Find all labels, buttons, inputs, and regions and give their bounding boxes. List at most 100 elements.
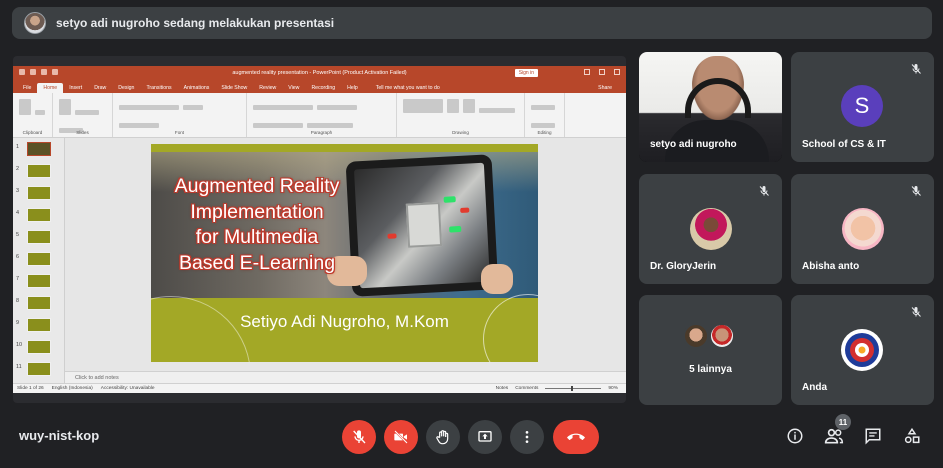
slide-number: 6 [16, 254, 20, 260]
zoom-slider [545, 386, 602, 391]
participant-tile-school[interactable]: S School of CS & IT [791, 52, 934, 162]
meeting-details-button[interactable] [785, 426, 805, 446]
raise-hand-button[interactable] [426, 420, 460, 454]
mic-off-icon [353, 430, 366, 444]
ppt-tab-transitions: Transitions [146, 85, 172, 91]
slide-number: 7 [16, 276, 20, 282]
ppt-tell-me: Tell me what you want to do [375, 85, 440, 91]
more-options-button[interactable] [510, 420, 544, 454]
ppt-tab-animations: Animations [183, 85, 210, 91]
slide-number: 4 [16, 210, 20, 216]
ppt-tab-draw: Draw [94, 85, 107, 91]
slide-editing-area: Augmented Reality Implementation for Mul… [69, 138, 626, 371]
participant-name: Dr. GloryJerin [650, 261, 717, 272]
slide-number: 8 [16, 298, 20, 304]
status-zoom: 90% [608, 386, 618, 391]
participant-tile-abisha[interactable]: Abisha anto [791, 174, 934, 284]
participant-name: Abisha anto [802, 261, 860, 272]
presenter-avatar [24, 12, 46, 34]
status-notes: Notes [495, 386, 509, 391]
slide-title: Augmented Reality Implementation for Mul… [174, 175, 340, 274]
presentation-banner: setyo adi nugroho sedang melakukan prese… [12, 7, 932, 39]
present-screen-button[interactable] [468, 420, 502, 454]
ppt-tab-review: Review [259, 85, 277, 91]
camera-off-icon [394, 430, 408, 444]
slide-thumbnail [27, 318, 51, 332]
slide-thumbnail [27, 252, 51, 266]
notes-pane: Click to add notes [65, 371, 626, 383]
chat-button[interactable] [863, 426, 883, 446]
ppt-share: Share [598, 85, 612, 91]
slide-thumbnail-pane: 1 2 3 4 5 6 7 8 9 10 11 [13, 138, 65, 383]
ppt-ribbon: Clipboard Slides Font Paragraph Drawing … [13, 93, 626, 146]
ppt-tab-help: Help [347, 85, 358, 91]
ppt-tab-recording: Recording [311, 85, 336, 91]
ppt-window-title: augmented reality presentation - PowerPo… [232, 70, 407, 76]
slide-number: 11 [16, 364, 22, 370]
mic-toggle-button[interactable] [342, 420, 376, 454]
status-slide-count: Slide 1 of 26 [17, 386, 44, 391]
hand-icon [436, 430, 449, 445]
slide-thumbnail [27, 186, 51, 200]
leave-call-button[interactable] [553, 420, 599, 454]
activities-icon [904, 427, 920, 444]
slide-thumbnail [27, 362, 51, 376]
banner-text: setyo adi nugroho sedang melakukan prese… [56, 16, 335, 30]
ribbon-group-clipboard: Clipboard [13, 93, 53, 137]
slide-number: 5 [16, 232, 20, 238]
participant-name: setyo adi nugroho [650, 139, 737, 150]
ribbon-group-editing: Editing [525, 93, 565, 146]
ppt-sign-in-button: Sign in [514, 69, 538, 77]
more-vert-icon [525, 431, 529, 443]
slide-author: Setiyo Adi Nugroho, M.Kom [240, 312, 449, 331]
participant-name: Anda [802, 382, 827, 393]
avatar: S [841, 85, 883, 127]
mic-off-icon [759, 186, 769, 196]
participant-tile-glory[interactable]: Dr. GloryJerin [639, 174, 782, 284]
slide-thumbnail [27, 274, 51, 288]
ribbon-group-paragraph: Paragraph [247, 93, 397, 146]
slide-number: 9 [16, 320, 20, 326]
slide-number: 3 [16, 188, 20, 194]
activities-button[interactable] [902, 426, 922, 446]
status-language: English (Indonesia) [51, 386, 93, 391]
presentation-tile[interactable]: augmented reality presentation - PowerPo… [13, 56, 626, 403]
info-icon [787, 428, 803, 444]
slide-thumbnail [27, 296, 51, 310]
quick-access-toolbar [19, 69, 58, 75]
slide-number: 10 [16, 342, 23, 348]
avatar [683, 323, 709, 349]
mic-off-icon [911, 64, 921, 74]
ppt-tab-file: File [23, 85, 32, 91]
slide-thumbnail [27, 142, 51, 156]
present-icon [478, 431, 492, 442]
tablet-image [345, 154, 499, 297]
avatar [842, 208, 884, 250]
ribbon-group-slides: Slides [53, 93, 113, 137]
slide-thumbnail [27, 340, 51, 354]
slide-thumbnail [27, 230, 51, 244]
participant-tile-others[interactable]: 5 lainnya [639, 295, 782, 405]
ppt-tab-design: Design [118, 85, 135, 91]
ppt-menu-tabs: File Home Insert Draw Design Transitions… [13, 80, 626, 93]
ppt-tab-slide-show: Slide Show [221, 85, 248, 91]
avatar [709, 323, 735, 349]
slide-number: 2 [16, 166, 20, 172]
status-comments: Comments [515, 386, 539, 391]
meeting-code: wuy-nist-kop [19, 428, 100, 443]
ribbon-group-drawing: Drawing [397, 93, 525, 137]
hand-image [481, 264, 513, 294]
mic-off-icon [911, 186, 921, 196]
current-slide: Augmented Reality Implementation for Mul… [151, 144, 538, 362]
chat-icon [865, 428, 881, 445]
participant-tile-presenter[interactable]: setyo adi nugroho [639, 52, 782, 162]
participant-tile-self[interactable]: Anda [791, 295, 934, 405]
ppt-tab-view: View [288, 85, 300, 91]
ribbon-group-font: Font [113, 93, 247, 146]
camera-toggle-button[interactable] [384, 420, 418, 454]
ppt-tab-insert: Insert [69, 85, 83, 91]
slide-thumbnail [27, 208, 51, 222]
participant-name: 5 lainnya [689, 364, 732, 375]
window-controls [584, 69, 620, 75]
participant-count-badge: 11 [835, 414, 851, 430]
